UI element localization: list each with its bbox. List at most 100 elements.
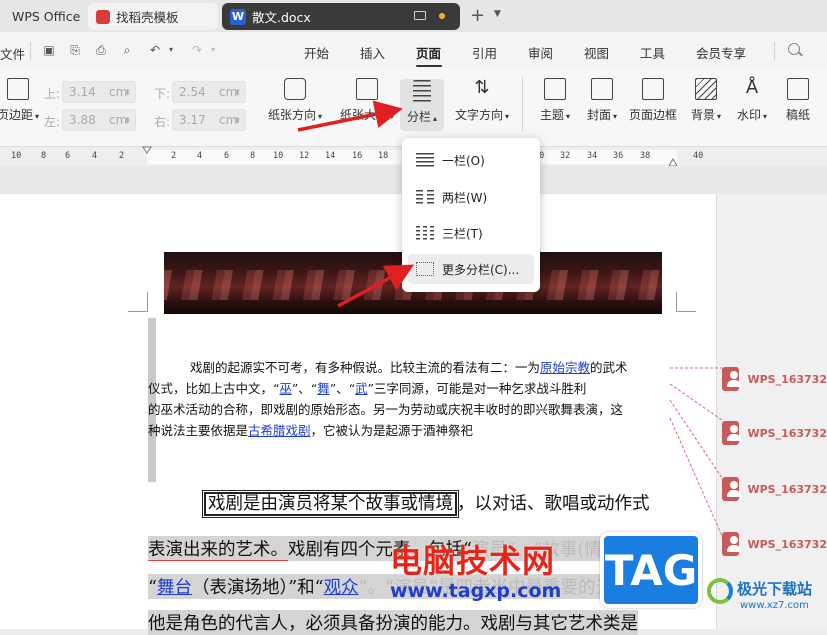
- text-direction-button[interactable]: ⇅ 文字方向 ▾: [450, 78, 514, 123]
- spinner-icon[interactable]: ⬍: [124, 88, 131, 97]
- avatar: [722, 421, 742, 445]
- margin-right-value: 3.17: [179, 113, 206, 127]
- spinner-icon[interactable]: ⬍: [234, 116, 241, 125]
- margin-top-input[interactable]: 3.14 cm ⬍: [62, 81, 136, 103]
- search-icon[interactable]: [788, 43, 800, 55]
- unsaved-dot-icon: [439, 13, 445, 19]
- margin-bottom-label: 下:: [154, 87, 171, 101]
- menu-page[interactable]: 页面: [416, 43, 441, 62]
- ruler-tick: 18: [378, 151, 389, 161]
- margin-corner-mark: [676, 292, 696, 312]
- right-indent-marker[interactable]: [668, 158, 678, 166]
- save-icon[interactable]: ▣: [42, 43, 56, 57]
- paragraph-line: 的巫术活动的合称，即戏剧的原始形态。另一为劳动或庆祝丰收时的即兴歌舞表演，这: [148, 399, 623, 420]
- tab-document[interactable]: W 散文.docx: [222, 3, 460, 30]
- active-tab-indicator: [416, 65, 442, 67]
- text-run: 他是角色的代言人，必须具备扮演的能力。戏剧与其它艺术类是: [148, 614, 638, 634]
- link-wu-shaman[interactable]: 巫: [279, 381, 292, 396]
- writer-icon: W: [230, 8, 246, 25]
- menu-item-two-columns[interactable]: 两栏(W): [408, 182, 534, 212]
- orientation-button[interactable]: 纸张方向 ▾: [262, 78, 328, 123]
- ruler-tick: 6: [65, 151, 71, 161]
- menu-insert[interactable]: 插入: [360, 43, 385, 62]
- divider: [774, 42, 775, 60]
- menu-review[interactable]: 审阅: [528, 43, 553, 62]
- export-pdf-icon[interactable]: ⎘: [68, 43, 82, 57]
- menu-home[interactable]: 开始: [304, 43, 329, 62]
- menu-view[interactable]: 视图: [584, 43, 609, 62]
- menu-item-one-column[interactable]: 一栏(O): [408, 145, 534, 175]
- one-column-icon: [416, 153, 434, 167]
- undo-icon[interactable]: ↶: [148, 43, 162, 57]
- page-border-label: 页面边框: [628, 108, 677, 122]
- link-audience[interactable]: 观众: [324, 578, 359, 598]
- menu-item-three-columns[interactable]: 三栏(T): [408, 218, 534, 248]
- comment-author: WPS_163732: [747, 482, 827, 496]
- redo-icon[interactable]: ↷: [190, 43, 204, 57]
- margins-button[interactable]: 页边距 ▾: [0, 78, 40, 123]
- chevron-down-icon[interactable]: ▼: [494, 9, 501, 19]
- margin-corner-mark: [128, 292, 148, 312]
- link-wu-martial[interactable]: 武: [355, 381, 368, 396]
- cover-button[interactable]: 封面 ▾: [580, 78, 624, 123]
- ruler-tick: 38: [640, 151, 651, 161]
- brand-url: www.xz7.com: [740, 600, 809, 611]
- columns-icon: [413, 80, 431, 102]
- ruler-tick: 6: [224, 151, 230, 161]
- link-stage[interactable]: 舞台: [157, 578, 192, 598]
- text-direction-label: 文字方向: [454, 108, 503, 122]
- link-wu-dance[interactable]: 舞: [317, 381, 330, 396]
- menu-file[interactable]: 文件: [0, 44, 25, 63]
- margin-left-input[interactable]: 3.88 cm ⬍: [62, 109, 136, 131]
- watermark-icon: Å: [745, 77, 759, 98]
- page-border-button[interactable]: 页面边框: [626, 78, 680, 123]
- tab-document-label: 散文.docx: [252, 10, 311, 25]
- comment-card[interactable]: WPS_163732: [722, 364, 827, 394]
- menu-references[interactable]: 引用: [472, 43, 497, 62]
- link-greek-drama[interactable]: 古希腊戏剧: [248, 423, 311, 438]
- spinner-icon[interactable]: ⬍: [124, 116, 131, 125]
- page-border-icon: [642, 78, 664, 100]
- brand-logo-icon: [707, 578, 733, 604]
- background-button[interactable]: 背景 ▾: [684, 78, 728, 123]
- ruler-tick: 10: [11, 151, 22, 161]
- ruler-tick: 40: [693, 151, 704, 161]
- text-run: ”、“: [291, 381, 318, 396]
- menu-bar: 文件 ▣ ⎘ ⎙ ⌕ ↶ ▾ ↷ ▾ 开始 插入 页面 引用 审阅 视图 工具 …: [0, 32, 827, 70]
- orientation-label: 纸张方向: [267, 108, 316, 122]
- spinner-icon[interactable]: ⬍: [234, 88, 241, 97]
- comment-card[interactable]: WPS_163732: [722, 418, 827, 448]
- manuscript-paper-button[interactable]: 稿纸: [778, 78, 818, 123]
- tab-wps-office[interactable]: WPS Office: [0, 3, 82, 30]
- margin-right-input[interactable]: 3.17 cm ⬍: [172, 109, 246, 131]
- tab-template[interactable]: 找稻壳模板: [88, 3, 218, 30]
- print-preview-icon[interactable]: ⌕: [120, 43, 134, 57]
- link-primitive-religion[interactable]: 原始宗教: [540, 360, 590, 375]
- watermark-button[interactable]: Å 水印 ▾: [730, 78, 774, 123]
- commented-text[interactable]: 戏剧是由演员将某个故事或情境: [202, 490, 459, 518]
- comment-card[interactable]: WPS_163732: [722, 474, 827, 504]
- columns-button[interactable]: 分栏 ▴: [400, 79, 444, 131]
- print-icon[interactable]: ⎙: [94, 43, 108, 57]
- comment-card[interactable]: WPS_163732: [722, 529, 827, 559]
- margin-top-value: 3.14: [69, 85, 96, 99]
- margin-bottom-input[interactable]: 2.54 cm ⬍: [172, 81, 246, 103]
- menu-item-more-columns[interactable]: 更多分栏(C)...: [408, 254, 534, 284]
- first-line-indent-marker[interactable]: [142, 146, 152, 154]
- margins-label: 页边距: [0, 108, 33, 122]
- theme-button[interactable]: 主题 ▾: [533, 78, 577, 123]
- redo-chevron-icon[interactable]: ▾: [206, 43, 220, 57]
- margins-icon: [7, 78, 29, 100]
- theme-icon: [544, 78, 566, 100]
- menu-tools[interactable]: 工具: [640, 43, 665, 62]
- watermark-site-name: 电脑技术网: [390, 542, 556, 580]
- monitor-icon[interactable]: [414, 11, 426, 20]
- text-run: 戏剧的起源实不可考，有多种假说。比较主流的看法有二：一为: [190, 360, 541, 375]
- ruler-tick: 36: [613, 151, 624, 161]
- paper-size-button[interactable]: 纸张大小 ▾: [334, 78, 400, 123]
- new-tab-plus-icon[interactable]: +: [470, 5, 485, 26]
- undo-chevron-icon[interactable]: ▾: [164, 43, 178, 57]
- comment-author: WPS_163732: [747, 537, 827, 551]
- menu-membership[interactable]: 会员专享: [696, 43, 746, 62]
- manuscript-paper-icon: [787, 78, 809, 100]
